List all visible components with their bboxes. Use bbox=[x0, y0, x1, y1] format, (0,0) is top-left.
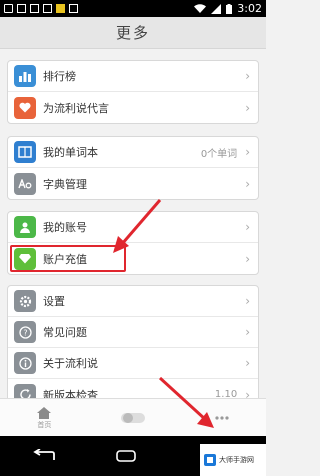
annotation-arrow-bottom bbox=[158, 376, 214, 428]
